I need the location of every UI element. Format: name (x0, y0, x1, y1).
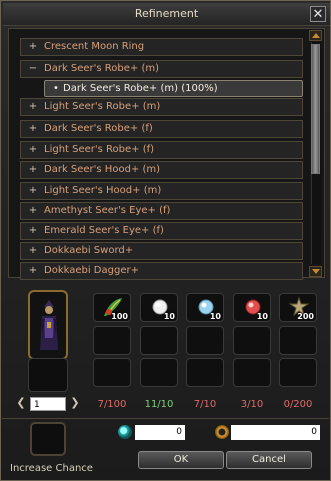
material-quantity: 10 (256, 312, 268, 321)
material-count: 0/200 (283, 399, 313, 410)
recipe-list-item[interactable]: + Emerald Seer's Eye+ (f) (20, 222, 303, 240)
result-item-preview[interactable] (28, 290, 68, 360)
recipe-list-item-label: Dark Seer's Robe+ (m) (44, 63, 160, 74)
expand-icon[interactable]: + (27, 99, 39, 115)
bullet-icon: • (53, 83, 59, 94)
material-slot[interactable]: 10 (140, 293, 178, 322)
recipe-list-item-label: Light Seer's Robe+ (f) (44, 144, 155, 155)
ok-button[interactable]: OK (138, 451, 224, 469)
material-slot[interactable] (279, 326, 317, 355)
scrollbar-thumb[interactable] (311, 44, 320, 174)
recipe-list-item[interactable]: + Light Seer's Hood+ (m) (20, 182, 303, 200)
coin-icon (215, 425, 229, 439)
recipe-list-item[interactable]: + Amethyst Seer's Eye+ (f) (20, 202, 303, 220)
expand-icon[interactable]: + (27, 142, 39, 158)
recipe-sub-item-label: Dark Seer's Robe+ (m) (100%) (63, 83, 218, 94)
recipe-list-item[interactable]: + Dark Seer's Robe+ (f) (20, 120, 303, 138)
coin-amount-field[interactable]: 0 (231, 425, 320, 440)
material-slot[interactable] (140, 326, 178, 355)
next-page-button[interactable]: ❯ (70, 397, 80, 409)
close-button[interactable]: ✕ (310, 6, 326, 22)
recipe-list-item[interactable]: + Crescent Moon Ring (20, 38, 303, 56)
material-slot[interactable] (93, 358, 131, 387)
recipe-list-item[interactable]: + Light Seer's Robe+ (m) (20, 98, 303, 116)
recipe-list-item-label: Dokkaebi Dagger+ (44, 265, 139, 276)
expand-icon[interactable]: + (27, 121, 39, 137)
recipe-list-item[interactable]: + Dark Seer's Hood+ (m) (20, 161, 303, 179)
recipe-list-item-label: Dokkaebi Sword+ (44, 245, 134, 256)
material-count: 3/10 (240, 399, 264, 410)
material-count: 7/100 (97, 399, 127, 410)
increase-chance-label: Increase Chance (10, 463, 93, 474)
scroll-down-button[interactable] (309, 266, 322, 277)
collapse-icon[interactable]: − (27, 61, 39, 77)
material-slot[interactable] (186, 326, 224, 355)
expand-icon[interactable]: + (27, 263, 39, 279)
recipe-list-item-label: Emerald Seer's Eye+ (f) (44, 225, 164, 236)
expand-icon[interactable]: + (27, 183, 39, 199)
recipe-list-item[interactable]: + Light Seer's Robe+ (f) (20, 141, 303, 159)
cancel-button[interactable]: Cancel (226, 451, 312, 469)
recipe-list-item-label: Light Seer's Robe+ (m) (44, 101, 161, 112)
material-quantity: 10 (209, 312, 221, 321)
robed-figure-icon (40, 300, 58, 350)
material-slot[interactable]: 200 (279, 293, 317, 322)
recipe-list-item[interactable]: + Dokkaebi Sword+ (20, 242, 303, 260)
recipe-list-item-label: Crescent Moon Ring (44, 41, 145, 52)
gem-amount-field[interactable]: 0 (135, 425, 185, 440)
gem-icon (118, 425, 132, 439)
expand-icon[interactable]: + (27, 223, 39, 239)
material-slot[interactable]: 10 (186, 293, 224, 322)
expand-icon[interactable]: + (27, 162, 39, 178)
recipe-sub-item-selected[interactable]: • Dark Seer's Robe+ (m) (100%) (44, 80, 303, 97)
page-number-field[interactable]: 1 (30, 397, 66, 411)
prev-page-button[interactable]: ❮ (16, 397, 26, 409)
material-quantity: 100 (111, 312, 128, 321)
expand-icon[interactable]: + (27, 39, 39, 55)
material-quantity: 200 (297, 312, 314, 321)
title-bar: Refinement ✕ (3, 3, 330, 26)
expand-icon[interactable]: + (27, 243, 39, 259)
recipe-list-item-label: Dark Seer's Robe+ (f) (44, 123, 153, 134)
material-slot[interactable] (140, 358, 178, 387)
material-slot[interactable] (233, 358, 271, 387)
material-count: 11/10 (144, 399, 174, 410)
material-slot[interactable] (93, 326, 131, 355)
material-slot[interactable] (186, 358, 224, 387)
material-slot[interactable]: 10 (233, 293, 271, 322)
recipe-list-item-label: Amethyst Seer's Eye+ (f) (44, 205, 171, 216)
material-slot[interactable]: 100 (93, 293, 131, 322)
preview-secondary-slot[interactable] (28, 358, 68, 392)
window-title: Refinement (134, 7, 199, 20)
expand-icon[interactable]: + (27, 203, 39, 219)
material-slot[interactable] (279, 358, 317, 387)
divider (2, 418, 329, 419)
material-count: 7/10 (193, 399, 217, 410)
material-slot[interactable] (233, 326, 271, 355)
recipe-list-item-label: Dark Seer's Hood+ (m) (44, 164, 161, 175)
material-quantity: 10 (163, 312, 175, 321)
recipe-list-item[interactable]: + Dokkaebi Dagger+ (20, 262, 303, 280)
recipe-list-item-label: Light Seer's Hood+ (m) (44, 185, 162, 196)
recipe-list-item[interactable]: − Dark Seer's Robe+ (m) (20, 60, 303, 78)
scroll-up-button[interactable] (309, 30, 322, 41)
increase-chance-slot[interactable] (30, 422, 66, 456)
